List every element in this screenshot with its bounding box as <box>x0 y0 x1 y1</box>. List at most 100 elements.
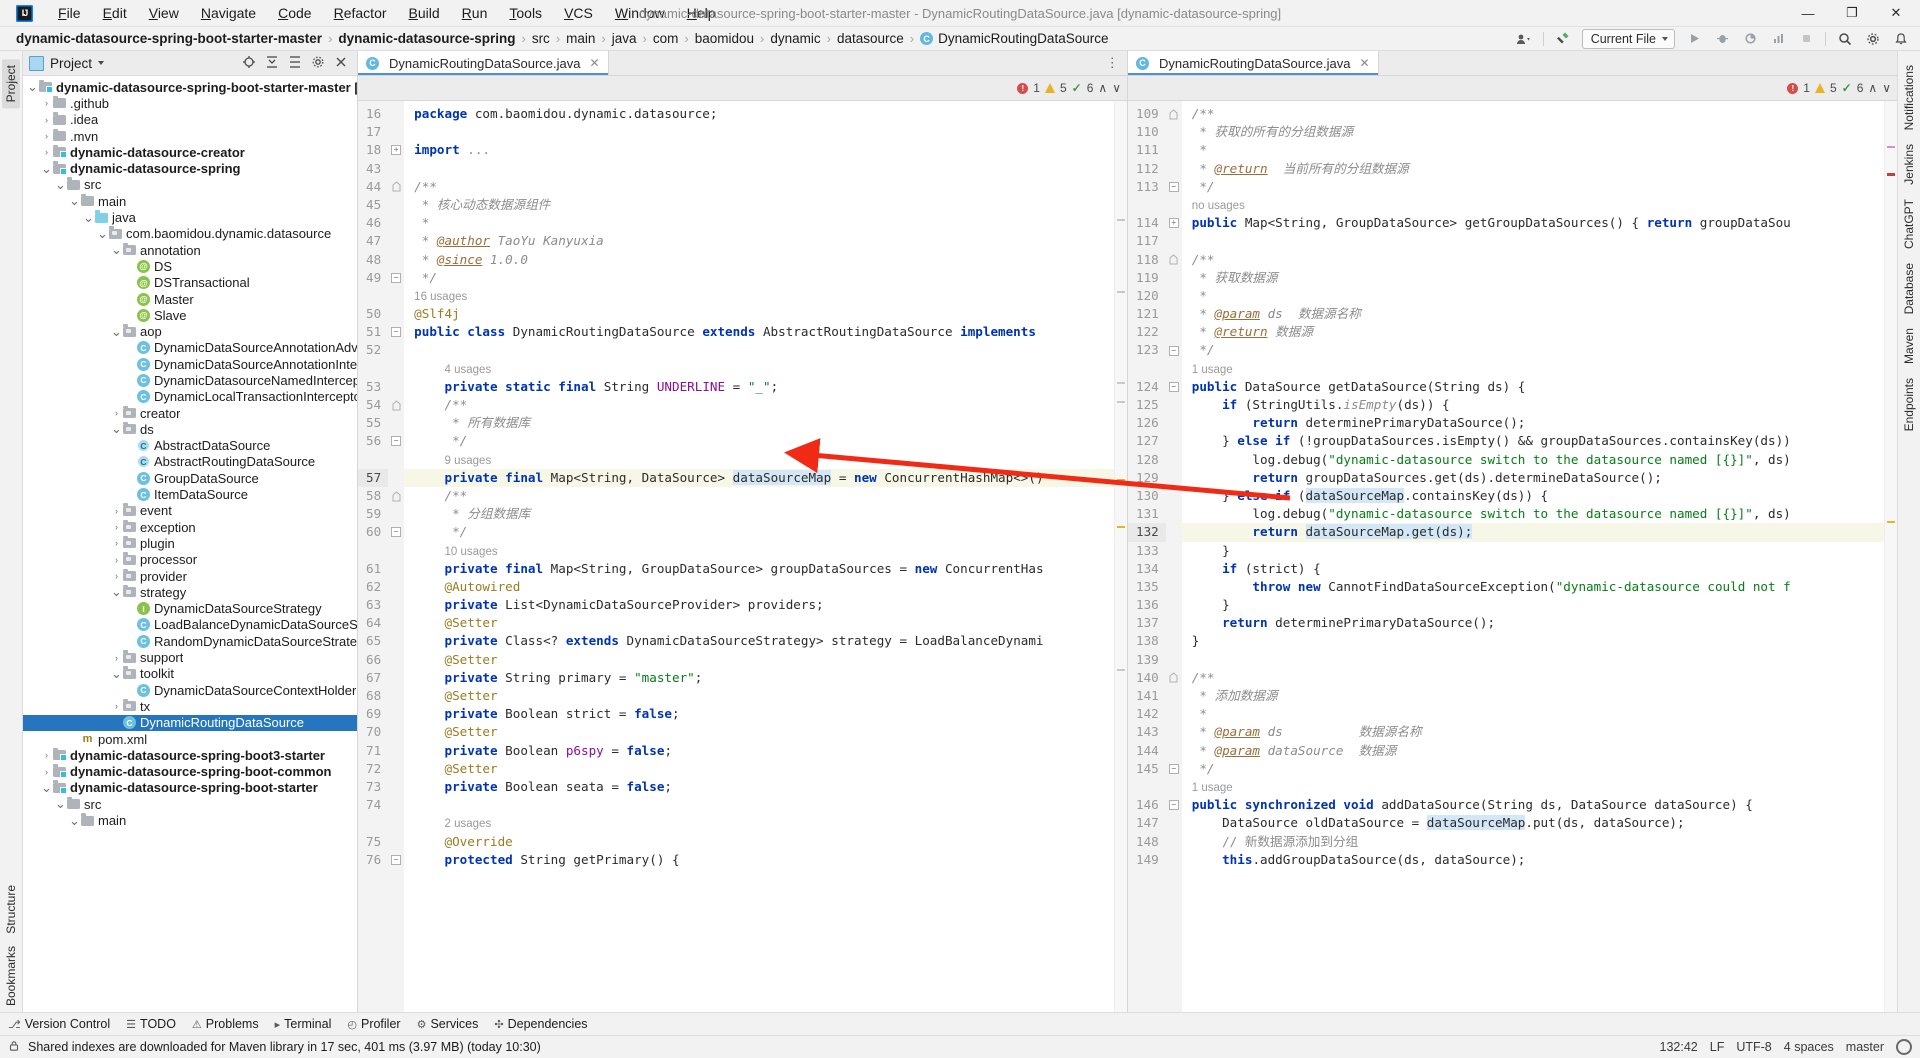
project-panel-toolbar[interactable] <box>242 55 351 72</box>
code-line[interactable]: 4 usages <box>404 360 1114 378</box>
code-line[interactable]: @Setter <box>404 687 1114 705</box>
chevron-down-icon[interactable]: ⌄ <box>111 242 122 258</box>
tree-node[interactable]: C RandomDynamicDataSourceStrategy <box>23 633 357 649</box>
rail-tab-notifications[interactable]: Notifications <box>1900 59 1918 136</box>
tree-node[interactable]: ⌄ dynamic-datasource-spring-boot-starter <box>23 780 357 796</box>
fold-toggle-icon[interactable]: − <box>1166 341 1182 359</box>
tree-node[interactable]: ⌄ toolkit <box>23 666 357 682</box>
tree-node[interactable]: @ DSTransactional <box>23 275 357 291</box>
code-line[interactable]: 1 usage <box>1182 778 1884 796</box>
rail-tab-maven[interactable]: Maven <box>1900 322 1918 370</box>
code-line[interactable]: DataSource oldDataSource = dataSourceMap… <box>1182 814 1884 832</box>
code-line[interactable]: } <box>1182 596 1884 614</box>
chevron-right-icon[interactable]: › <box>41 750 52 760</box>
inspection-widget-right[interactable]: ! 1 5 ✓ 6 ∧ ∨ <box>1787 81 1897 95</box>
user-dropdown-icon[interactable] <box>1515 30 1533 48</box>
inspection-widget-left[interactable]: ! 1 5 ✓ 6 ∧ ∨ <box>1017 81 1127 95</box>
coverage-icon[interactable] <box>1741 30 1759 48</box>
code-line[interactable]: * @param ds 数据源名称 <box>1182 723 1884 741</box>
right-code-lines[interactable]: /** * 获取的所有的分组数据源 * * @return 当前所有的分组数据源… <box>1181 101 1884 1012</box>
project-tree[interactable]: ⌄ dynamic-datasource-spring-boot-starter-… <box>23 76 357 1012</box>
fold-toggle-icon[interactable]: − <box>388 523 404 541</box>
bottom-tool-bar[interactable]: ⎇ Version Control ☰ TODO ⚠ Problems ▸ Terminal ◴… <box>0 1012 1920 1035</box>
code-line[interactable]: 1 usage <box>1182 360 1884 378</box>
code-line[interactable]: private final Map<String, GroupDataSourc… <box>404 560 1114 578</box>
settings-gear-icon[interactable] <box>1864 30 1882 48</box>
code-line[interactable]: /** <box>1182 669 1884 687</box>
prev-problem-icon[interactable]: ∧ <box>1868 81 1877 95</box>
line-separator[interactable]: LF <box>1710 1040 1725 1054</box>
code-line[interactable] <box>404 341 1114 359</box>
fold-toggle-icon[interactable]: − <box>1166 178 1182 196</box>
code-line[interactable]: @Slf4j <box>404 305 1114 323</box>
chevron-down-icon[interactable]: ⌄ <box>55 177 66 193</box>
code-line[interactable]: */ <box>404 269 1114 287</box>
menu-item-file[interactable]: File <box>47 3 92 23</box>
code-line[interactable]: */ <box>404 432 1114 450</box>
code-line[interactable]: @Setter <box>404 760 1114 778</box>
tree-node[interactable]: ⌄ aop <box>23 323 357 340</box>
right-marker-strip[interactable] <box>1884 101 1897 1012</box>
tree-node[interactable]: › tx <box>23 698 357 714</box>
code-line[interactable]: @Override <box>404 833 1114 851</box>
tree-node[interactable]: CLoadBalanceDynamicDataSourceStrateg <box>23 617 357 633</box>
bottom-tab-dependencies[interactable]: ✣ Dependencies <box>494 1017 587 1031</box>
search-icon[interactable] <box>1836 30 1854 48</box>
breadcrumb-item[interactable]: main <box>566 31 595 46</box>
chevron-right-icon[interactable]: › <box>111 701 122 711</box>
breadcrumb-item[interactable]: datasource <box>837 31 904 46</box>
tree-node[interactable]: CDynamicDataSourceAnnotationIntercep <box>23 356 357 372</box>
chevron-down-icon[interactable]: ⌄ <box>83 210 94 226</box>
code-line[interactable]: 16 usages <box>404 287 1114 305</box>
tree-node[interactable]: C AbstractRoutingDataSource <box>23 454 357 470</box>
fold-toggle-icon[interactable]: − <box>1166 378 1182 396</box>
breadcrumb-item[interactable]: dynamic-datasource-spring-boot-starter-m… <box>16 31 322 46</box>
fold-toggle-icon[interactable]: − <box>1166 760 1182 778</box>
tree-node[interactable]: C ItemDataSource <box>23 486 357 502</box>
prev-problem-icon[interactable]: ∧ <box>1098 81 1107 95</box>
code-line[interactable]: * 获取数据源 <box>1182 269 1884 287</box>
chevron-down-icon[interactable]: ⌄ <box>27 79 38 95</box>
code-line[interactable]: } else if (!groupDataSources.isEmpty() &… <box>1182 432 1884 450</box>
editor-tab-right[interactable]: C DynamicRoutingDataSource.java ✕ <box>1128 51 1379 75</box>
code-line[interactable]: return determinePrimaryDataSource(); <box>1182 614 1884 632</box>
left-code-area[interactable]: 16 17 18 43 44 45 46 47 48 49 50 51 52 53 54 55 56 57 58 59… <box>358 101 1127 1012</box>
right-fold-column[interactable]: − + − − − − <box>1165 101 1182 1012</box>
tree-node[interactable]: › dynamic-datasource-spring-boot-common <box>23 763 357 779</box>
code-line[interactable]: * 获取的所有的分组数据源 <box>1182 123 1884 141</box>
code-line[interactable]: return dataSourceMap.get(ds); <box>1181 523 1884 542</box>
chevron-down-icon[interactable]: ⌄ <box>69 193 80 209</box>
fold-toggle-icon[interactable]: − <box>388 851 404 869</box>
breadcrumb[interactable]: dynamic-datasource-spring-boot-starter-m… <box>16 31 1108 46</box>
code-line[interactable]: private List<DynamicDataSourceProvider> … <box>404 596 1114 614</box>
chevron-right-icon[interactable]: › <box>111 653 122 663</box>
fold-toggle-icon[interactable] <box>1166 251 1182 269</box>
chevron-down-icon[interactable]: ⌄ <box>55 796 66 812</box>
rail-tab-endpoints[interactable]: Endpoints <box>1900 372 1918 437</box>
tree-node[interactable]: › .mvn <box>23 128 357 144</box>
code-line[interactable]: if (StringUtils.isEmpty(ds)) { <box>1182 396 1884 414</box>
code-line[interactable]: private Boolean p6spy = false; <box>404 742 1114 760</box>
chevron-down-icon[interactable]: ⌄ <box>69 813 80 829</box>
left-marker-strip[interactable] <box>1114 101 1127 1012</box>
code-line[interactable]: */ <box>404 523 1114 541</box>
code-line[interactable]: @Autowired <box>404 578 1114 596</box>
breadcrumb-item[interactable]: com <box>653 31 679 46</box>
code-line[interactable]: * @param ds 数据源名称 <box>1182 305 1884 323</box>
code-line[interactable]: 10 usages <box>404 542 1114 560</box>
tree-node[interactable]: › creator <box>23 405 357 421</box>
tree-node[interactable]: ⌄ dynamic-datasource-spring <box>23 160 357 177</box>
chevron-right-icon[interactable]: › <box>41 147 52 157</box>
chevron-down-icon[interactable]: ⌄ <box>111 421 122 437</box>
code-line[interactable] <box>1182 651 1884 669</box>
fold-toggle-icon[interactable] <box>1166 105 1182 123</box>
tree-node[interactable]: › provider <box>23 568 357 584</box>
code-line[interactable]: /** <box>1182 251 1884 269</box>
left-code-lines[interactable]: package com.baomidou.dynamic.datasource;… <box>404 101 1114 1012</box>
tree-node[interactable]: ⌄ ds <box>23 421 357 437</box>
code-line[interactable]: log.debug("dynamic-datasource switch to … <box>1182 451 1884 469</box>
code-line[interactable]: return determinePrimaryDataSource(); <box>1182 414 1884 432</box>
next-problem-icon[interactable]: ∨ <box>1882 81 1891 95</box>
tree-node[interactable]: › event <box>23 503 357 519</box>
chevron-right-icon[interactable]: › <box>111 538 122 548</box>
